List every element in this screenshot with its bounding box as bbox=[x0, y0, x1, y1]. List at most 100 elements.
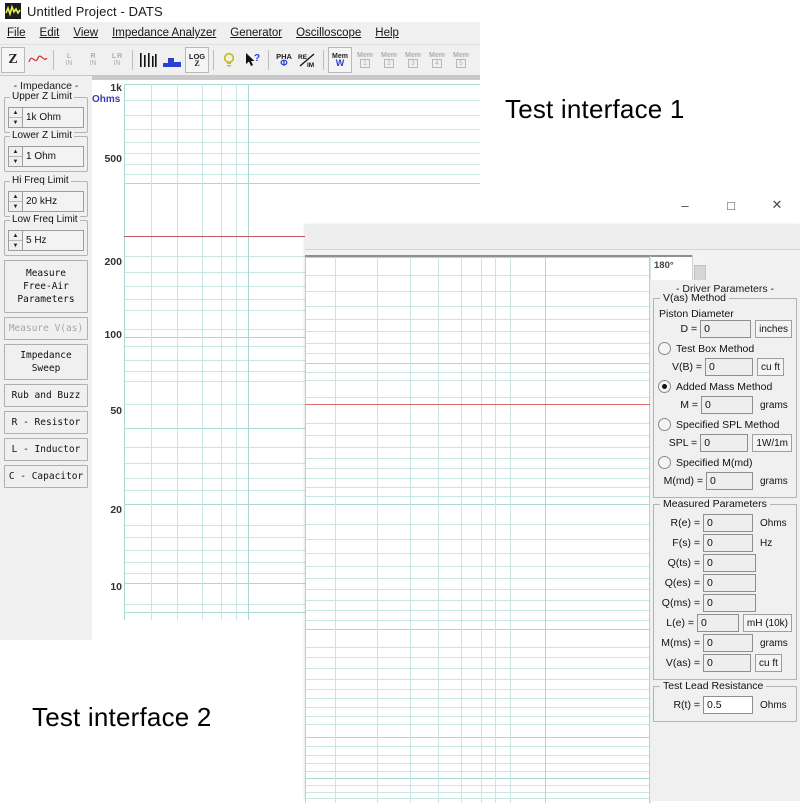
waveform-icon[interactable] bbox=[27, 48, 49, 72]
specified-mmd-radio-row[interactable]: Specified M(md) bbox=[658, 454, 792, 471]
specified-mmd-radio-icon[interactable] bbox=[658, 456, 671, 469]
stepper-up-icon[interactable]: ▲ bbox=[9, 192, 22, 202]
stepper-up-icon[interactable]: ▲ bbox=[9, 108, 22, 118]
spl-input[interactable]: 0 bbox=[700, 434, 749, 452]
re-input[interactable]: 0 bbox=[703, 514, 753, 532]
stepper-up-icon[interactable]: ▲ bbox=[9, 231, 22, 241]
mms-input[interactable]: 0 bbox=[703, 634, 753, 652]
mms-unit: grams bbox=[760, 637, 788, 649]
menu-impedance-analyzer-label: Impedance Analyzer bbox=[112, 27, 217, 39]
menu-item-file[interactable]: File bbox=[0, 25, 33, 41]
close-icon[interactable]: ✕ bbox=[754, 190, 800, 220]
right-in-button[interactable]: R IN bbox=[82, 48, 104, 72]
fs-input[interactable]: 0 bbox=[703, 534, 753, 552]
chart2-gridline-v bbox=[377, 257, 378, 803]
lower-z-limit-input[interactable]: 1 Ohm bbox=[23, 146, 84, 167]
measure-vas-button[interactable]: Measure V(as) bbox=[4, 317, 88, 340]
memory-1-button[interactable]: Mem 1 bbox=[354, 48, 376, 72]
menu-item-generator[interactable]: Generator bbox=[223, 25, 289, 41]
chart2-gridline-h bbox=[305, 679, 650, 680]
qts-label: Q(ts) = bbox=[667, 557, 700, 569]
low-freq-limit-input[interactable]: 5 Hz bbox=[23, 230, 84, 251]
le-label: L(e) = bbox=[666, 617, 695, 629]
resistor-button[interactable]: R - Resistor bbox=[4, 411, 88, 434]
added-mass-method-radio-row[interactable]: Added Mass Method bbox=[658, 378, 792, 395]
capacitor-button[interactable]: C - Capacitor bbox=[4, 465, 88, 488]
left-right-in-button[interactable]: L R IN bbox=[106, 48, 128, 72]
impedance-chart-2[interactable]: DATS bbox=[305, 255, 650, 803]
specified-spl-method-radio-icon[interactable] bbox=[658, 418, 671, 431]
menu-item-edit[interactable]: Edit bbox=[33, 25, 67, 41]
spl-row: SPL = 0 1W/1m bbox=[658, 434, 792, 452]
impedance-sidebar: - Impedance - Upper Z Limit ▲ ▼ 1k Ohm Lo… bbox=[0, 76, 93, 640]
qes-input[interactable]: 0 bbox=[703, 574, 756, 592]
memory-5-button[interactable]: Mem 5 bbox=[450, 48, 472, 72]
menu-item-help[interactable]: Help bbox=[368, 25, 406, 41]
inductor-button[interactable]: L - Inductor bbox=[4, 438, 88, 461]
stepper-down-icon[interactable]: ▼ bbox=[9, 241, 22, 250]
log-z-icon[interactable]: LOG Z bbox=[185, 47, 209, 73]
vb-input[interactable]: 0 bbox=[705, 358, 753, 376]
test-box-method-radio-row[interactable]: Test Box Method bbox=[658, 340, 792, 357]
le-input[interactable]: 0 bbox=[697, 614, 739, 632]
rub-and-buzz-button[interactable]: Rub and Buzz bbox=[4, 384, 88, 407]
upper-z-limit-label: Upper Z Limit bbox=[10, 91, 75, 102]
spectrum-icon[interactable] bbox=[137, 48, 159, 72]
phase-icon[interactable]: PHA Φ bbox=[273, 48, 295, 72]
menu-item-oscilloscope[interactable]: Oscilloscope bbox=[289, 25, 368, 41]
memory-2-button[interactable]: Mem 2 bbox=[378, 48, 400, 72]
chart2-gridline-h bbox=[305, 487, 650, 488]
menu-item-impedance-analyzer[interactable]: Impedance Analyzer bbox=[105, 25, 223, 41]
chart2-gridline-h bbox=[305, 724, 650, 725]
chart2-gridline-h bbox=[305, 468, 650, 469]
help-bulb-icon[interactable] bbox=[218, 48, 240, 72]
test-box-method-radio-icon[interactable] bbox=[658, 342, 671, 355]
mms-label: M(ms) = bbox=[661, 637, 700, 649]
rt-row: R(t) = 0.5 Ohms bbox=[658, 696, 792, 714]
toolbar-separator bbox=[213, 50, 214, 70]
mmd-input[interactable]: 0 bbox=[706, 472, 753, 490]
chart2-plot-area[interactable] bbox=[305, 257, 650, 803]
memory-3-button[interactable]: Mem 3 bbox=[402, 48, 424, 72]
measure-free-air-parameters-button[interactable]: Measure Free-Air Parameters bbox=[4, 260, 88, 313]
vas-row: V(as) = 0 cu ft bbox=[658, 654, 792, 672]
vas-input[interactable]: 0 bbox=[703, 654, 751, 672]
menu-item-view[interactable]: View bbox=[66, 25, 105, 41]
piston-diameter-input[interactable]: 0 bbox=[700, 320, 752, 338]
rt-input[interactable]: 0.5 bbox=[703, 696, 753, 714]
chart2-gridline-v bbox=[545, 257, 546, 803]
stepper-down-icon[interactable]: ▼ bbox=[9, 118, 22, 127]
chart1-ytick-1k: 1k bbox=[110, 82, 122, 94]
re-im-icon[interactable]: RE IM bbox=[297, 48, 319, 72]
specified-spl-method-radio-row[interactable]: Specified SPL Method bbox=[658, 416, 792, 433]
maximize-icon[interactable]: □ bbox=[708, 190, 754, 220]
hi-freq-limit-input[interactable]: 20 kHz bbox=[23, 191, 84, 212]
minimize-icon[interactable]: – bbox=[662, 190, 708, 220]
low-freq-limit-stepper[interactable]: ▲ ▼ bbox=[8, 230, 23, 251]
hi-freq-limit-stepper[interactable]: ▲ ▼ bbox=[8, 191, 23, 212]
upper-z-limit-input[interactable]: 1k Ohm bbox=[23, 107, 84, 128]
memory-4-button[interactable]: Mem 4 bbox=[426, 48, 448, 72]
chart2-gridline-h bbox=[305, 566, 650, 567]
added-mass-method-radio-icon[interactable] bbox=[658, 380, 671, 393]
impedance-sweep-button[interactable]: Impedance Sweep bbox=[4, 344, 88, 380]
left-in-button[interactable]: L IN bbox=[58, 48, 80, 72]
qts-input[interactable]: 0 bbox=[703, 554, 756, 572]
dats-waveform-icon bbox=[5, 3, 21, 19]
chart2-gridline-h bbox=[305, 771, 650, 772]
bar-graph-icon[interactable] bbox=[161, 48, 183, 72]
stepper-down-icon[interactable]: ▼ bbox=[9, 202, 22, 211]
memory-w-icon[interactable]: Mem W bbox=[328, 47, 352, 73]
chart2-phase-trace bbox=[305, 404, 650, 406]
phase-tick-180: 180° bbox=[654, 260, 674, 271]
lower-z-limit-stepper[interactable]: ▲ ▼ bbox=[8, 146, 23, 167]
added-mass-input[interactable]: 0 bbox=[701, 396, 753, 414]
stepper-down-icon[interactable]: ▼ bbox=[9, 157, 22, 166]
chart2-gridline-v bbox=[481, 257, 482, 803]
stepper-up-icon[interactable]: ▲ bbox=[9, 147, 22, 157]
qms-input[interactable]: 0 bbox=[703, 594, 756, 612]
impedance-z-button[interactable]: Z bbox=[1, 47, 25, 73]
chart2-gridline-h bbox=[305, 689, 650, 690]
upper-z-limit-stepper[interactable]: ▲ ▼ bbox=[8, 107, 23, 128]
context-help-icon[interactable]: ? bbox=[242, 48, 264, 72]
